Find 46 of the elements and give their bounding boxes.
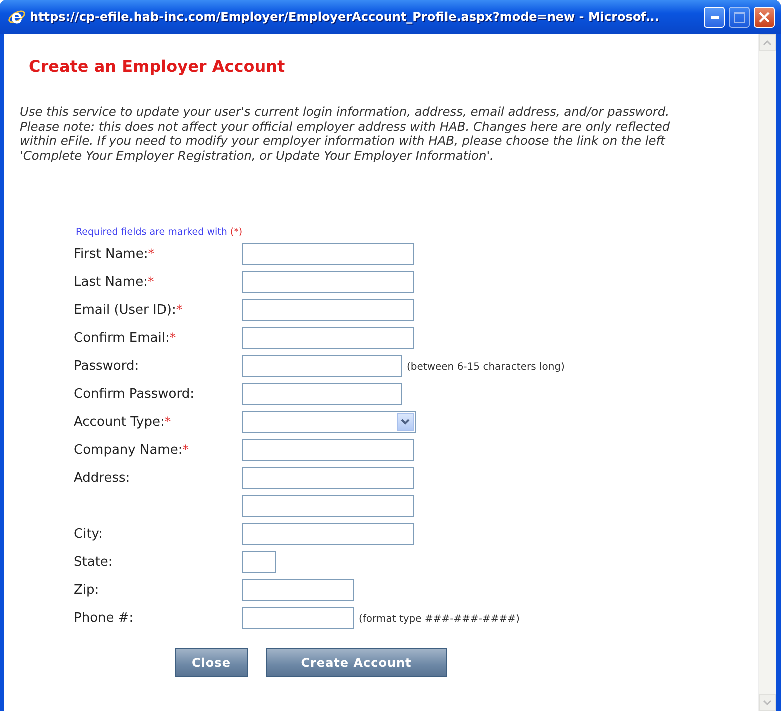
input-field[interactable] (242, 551, 276, 573)
close-icon (759, 12, 770, 22)
field-label: Last Name:* (74, 275, 154, 290)
field-label: State: (74, 554, 113, 570)
input-field[interactable] (242, 579, 354, 601)
maximize-icon (734, 12, 745, 22)
window-title: https://cp-efile.hab-inc.com/Employer/EmployerAccount_Profile.aspx?mode=new - Microsof... (30, 10, 660, 24)
input-field[interactable] (242, 299, 414, 321)
field-label: City: (74, 526, 103, 542)
field-label: Address: (74, 470, 130, 486)
required-note: Required fields are marked with (*) (76, 227, 244, 238)
field-label: First Name:* (74, 247, 154, 262)
scroll-up-icon (763, 40, 772, 46)
maximize-button[interactable] (729, 6, 750, 28)
minimize-icon (710, 16, 718, 18)
close-button[interactable] (754, 6, 775, 28)
intro-paragraph: Use this service to update your user's current login information, address, email address, and/or password. Please note: this does not affect your official employer address with HAB. Changes here are only reflected within eFile. If you need to modify your employer information with HAB, please choose the link on the left 'Complete Your Employer Registration, or Update Your Employer Information'. (20, 105, 672, 163)
input-field[interactable] (242, 243, 414, 265)
input-field[interactable] (242, 467, 414, 489)
field-label: Confirm Password: (74, 386, 194, 402)
input-field[interactable] (242, 495, 414, 517)
create-account-button[interactable]: Create Account (266, 648, 447, 677)
input-field[interactable] (242, 439, 414, 461)
minimize-button[interactable] (704, 6, 725, 28)
field-label: Password: (74, 358, 140, 374)
close-form-button[interactable]: Close (175, 648, 248, 677)
chevron-down-icon (401, 419, 410, 425)
scrollbar[interactable] (758, 34, 776, 711)
field-label: Account Type:* (74, 415, 172, 430)
field-label: Zip: (74, 582, 100, 598)
browser-logo-icon (8, 8, 26, 26)
field-label: Confirm Email:* (74, 331, 176, 346)
field-label: Company Name:* (74, 443, 189, 458)
input-field[interactable] (242, 607, 354, 629)
field-hint: (between 6-15 characters long) (407, 362, 565, 373)
input-field[interactable] (242, 523, 414, 545)
field-label: Phone #: (74, 610, 134, 626)
account-type-dropdown[interactable] (242, 411, 416, 433)
input-field[interactable] (242, 271, 414, 293)
input-field[interactable] (242, 327, 414, 349)
field-label: Email (User ID):* (74, 303, 183, 318)
field-hint: (format type ###-###-####) (359, 614, 520, 625)
scroll-down-icon (763, 700, 772, 706)
input-field[interactable] (242, 383, 402, 405)
input-field[interactable] (242, 355, 402, 377)
page-heading: Create an Employer Account (29, 57, 286, 76)
